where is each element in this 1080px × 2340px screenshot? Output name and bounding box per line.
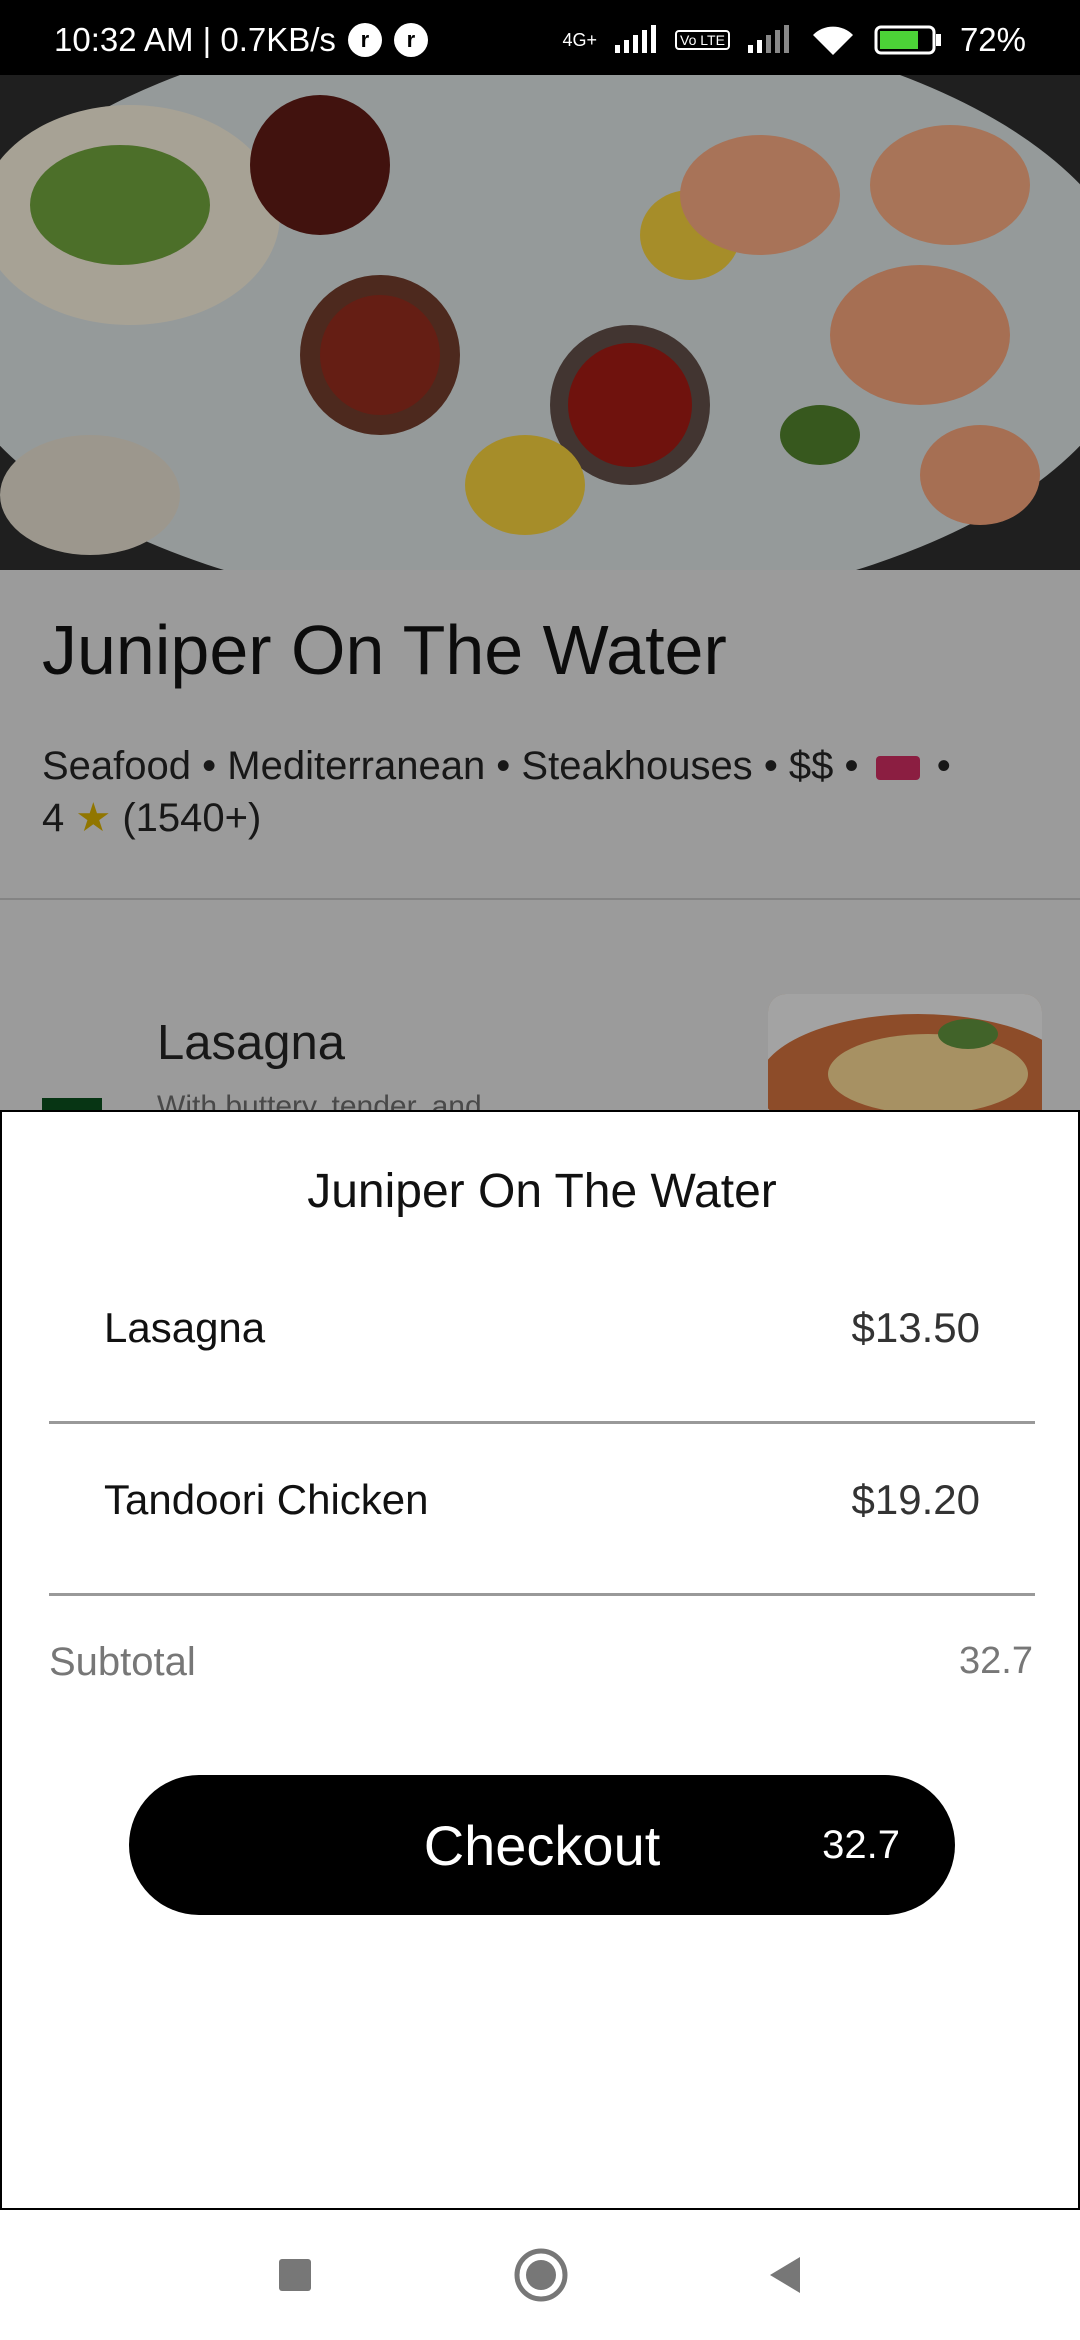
- wifi-icon: [812, 26, 853, 55]
- cart-title: Juniper On The Water: [307, 1165, 777, 1218]
- notification-app-icon-2: r: [393, 23, 428, 57]
- battery-percent: 72%: [959, 21, 1026, 58]
- triangle-back-icon[interactable]: [752, 2242, 818, 2308]
- square-icon[interactable]: [262, 2242, 328, 2308]
- cart-bottom-sheet: Juniper On The Water Lasagna $13.50 Tand…: [0, 1110, 1080, 2210]
- status-bar: 10:32 AM | 0.7KB/s r r 4G+ Vo LTE 72%: [0, 0, 1080, 80]
- checkout-button[interactable]: Checkout 32.7: [129, 1775, 955, 1915]
- cart-item-name: Lasagna: [104, 1304, 266, 1351]
- time-speed: 10:32 AM | 0.7KB/s: [54, 21, 336, 58]
- signal-icon: [615, 25, 657, 53]
- background-scrim[interactable]: [0, 75, 1080, 1112]
- cart-item-row[interactable]: Lasagna $13.50: [49, 1252, 1035, 1424]
- system-navigation-bar: [0, 2210, 1080, 2340]
- cart-item-price: $13.50: [851, 1304, 980, 1351]
- subtotal-value: 32.7: [959, 1640, 1033, 1682]
- cart-item-row[interactable]: Tandoori Chicken $19.20: [49, 1424, 1035, 1596]
- battery-icon: [874, 25, 941, 55]
- notification-app-icon: r: [347, 23, 382, 57]
- signal-icon-2: [747, 25, 789, 53]
- checkout-total: 32.7: [822, 1823, 900, 1867]
- network-type: 4G+: [562, 29, 598, 50]
- subtotal-label: Subtotal: [49, 1640, 196, 1684]
- volte-icon: Vo LTE: [675, 30, 730, 50]
- cart-item-price: $19.20: [851, 1476, 980, 1523]
- circle-icon[interactable]: [508, 2242, 574, 2308]
- status-right: 4G+ Vo LTE 72%: [563, 21, 1026, 59]
- cart-item-name: Tandoori Chicken: [104, 1476, 429, 1523]
- status-left: 10:32 AM | 0.7KB/s r r: [54, 21, 428, 59]
- row-divider: [49, 1593, 1035, 1596]
